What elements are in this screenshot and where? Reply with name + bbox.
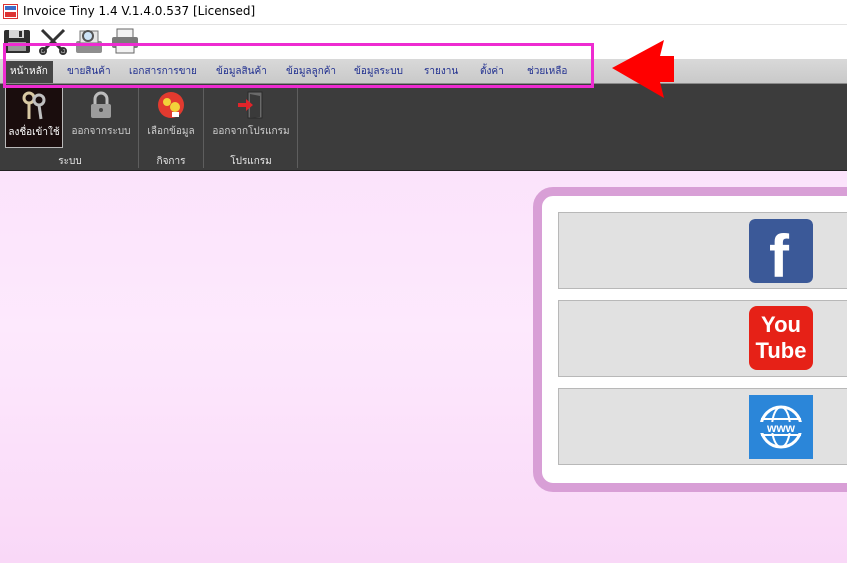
title-bar: Invoice Tiny 1.4 V.1.4.0.537 [Licensed] [0, 0, 847, 25]
ribbon-panel: ลงชื่อเข้าใช้ ออกจากระบบ ระบบ เลือกข้อมู… [0, 84, 847, 171]
youtube-icon[interactable]: You Tube [749, 306, 813, 370]
exit-program-button[interactable]: ออกจากโปรแกรม [207, 86, 295, 148]
cut-icon[interactable] [38, 27, 68, 55]
padlock-icon [91, 91, 111, 118]
group-label-system: ระบบ [58, 156, 82, 167]
tab-reports[interactable]: รายงาน [424, 62, 458, 82]
select-business-label: เลือกข้อมูล [147, 126, 195, 137]
logout-label: ออกจากระบบ [71, 126, 131, 137]
login-button[interactable]: ลงชื่อเข้าใช้ [5, 86, 63, 148]
facebook-glyph: f [769, 223, 790, 283]
group-label-business: กิจการ [156, 156, 186, 167]
select-business-button[interactable]: เลือกข้อมูล [143, 86, 199, 148]
tab-sell-products[interactable]: ขายสินค้า [67, 62, 111, 82]
logout-button[interactable]: ออกจากระบบ [67, 86, 135, 148]
keys-icon [22, 91, 46, 120]
red-arrow-annotation [612, 40, 674, 98]
invoice-tiny-app-icon [3, 4, 18, 19]
tab-customer-data[interactable]: ข้อมูลลูกค้า [286, 62, 336, 82]
print-preview-icon[interactable] [74, 27, 104, 55]
window-title: Invoice Tiny 1.4 V.1.4.0.537 [Licensed] [23, 4, 256, 18]
ribbon-group-divider [203, 86, 204, 168]
group-label-program: โปรแกรม [230, 156, 272, 167]
quick-access-toolbar [0, 25, 847, 59]
tab-sales-documents[interactable]: เอกสารการขาย [129, 62, 197, 82]
save-icon[interactable] [2, 27, 32, 55]
exit-door-icon [238, 91, 263, 119]
tab-product-data[interactable]: ข้อมูลสินค้า [216, 62, 267, 82]
tab-system-data[interactable]: ข้อมูลระบบ [354, 62, 403, 82]
tab-home[interactable]: หน้าหลัก [5, 61, 53, 83]
printer-icon[interactable] [110, 27, 140, 55]
menu-tab-bar: หน้าหลัก ขายสินค้า เอกสารการขาย ข้อมูลสิ… [0, 59, 847, 84]
globe-www-icon[interactable]: www [749, 395, 813, 459]
tab-help[interactable]: ช่วยเหลือ [527, 62, 567, 82]
www-label: www [766, 421, 796, 435]
login-label: ลงชื่อเข้าใช้ [8, 127, 60, 138]
youtube-word-you: You [761, 312, 801, 337]
ribbon-group-divider [297, 86, 298, 168]
facebook-icon[interactable]: f [749, 219, 813, 283]
youtube-word-tube: Tube [756, 338, 807, 363]
business-select-icon [158, 92, 184, 118]
ribbon-group-divider [138, 86, 139, 168]
exit-program-label: ออกจากโปรแกรม [212, 126, 290, 137]
tab-settings[interactable]: ตั้งค่า [480, 62, 504, 82]
